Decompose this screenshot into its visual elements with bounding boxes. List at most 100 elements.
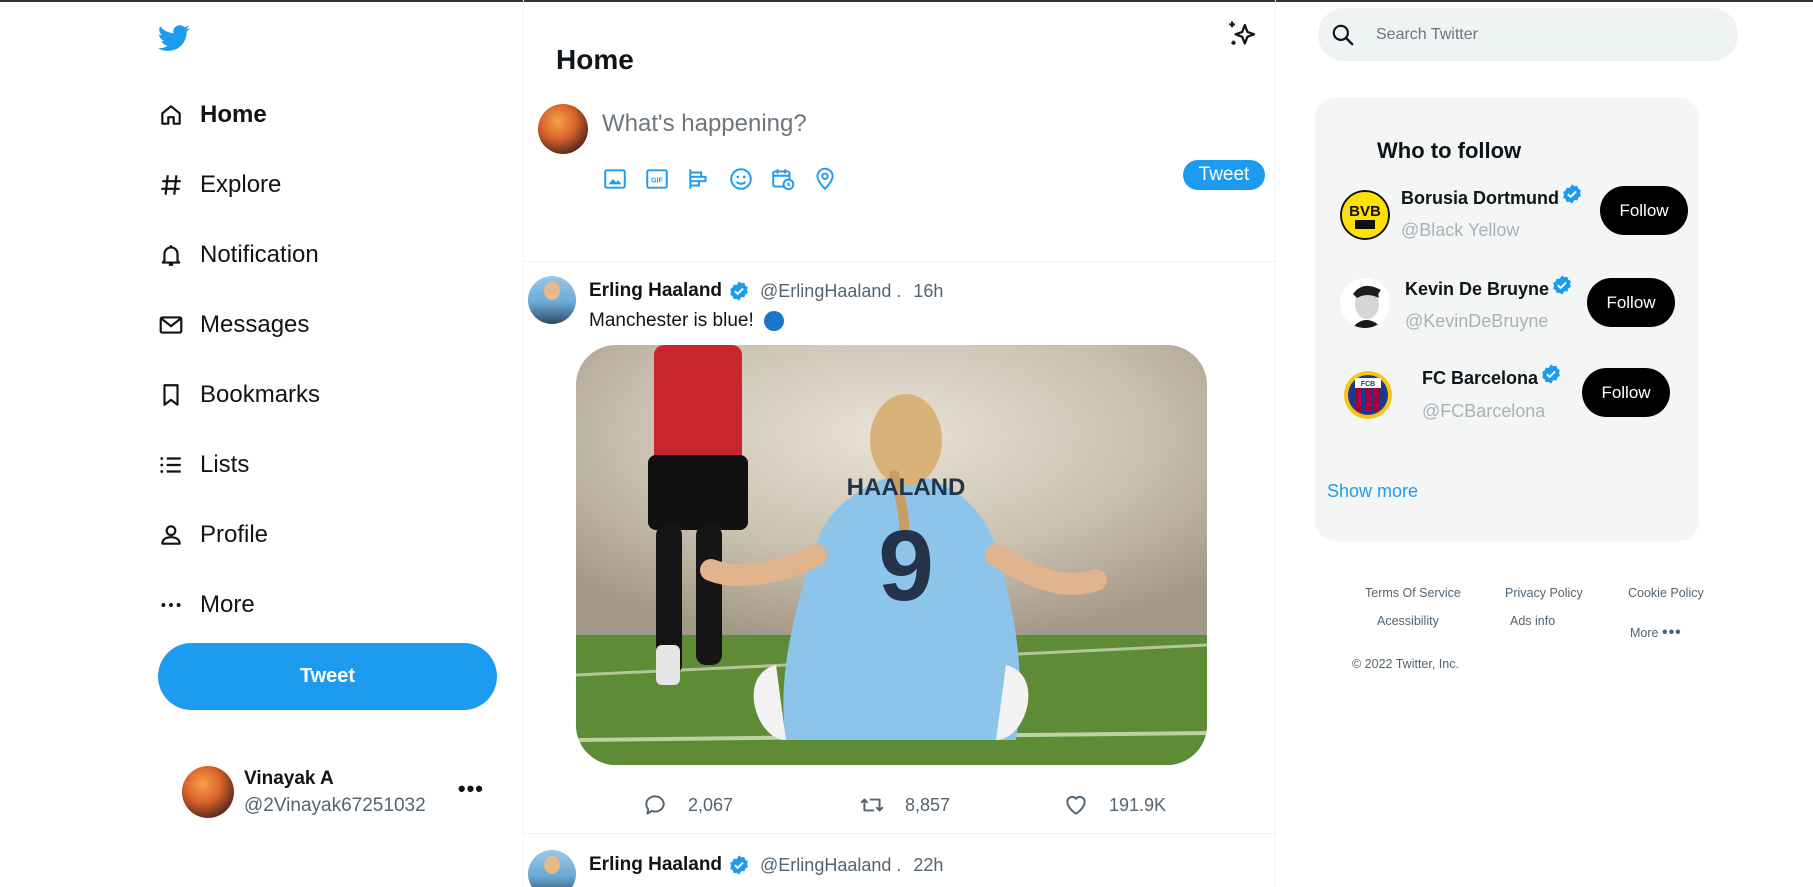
follow-button[interactable]: Follow [1582,368,1670,417]
footer-more-label: More [1630,626,1659,640]
media-icon[interactable] [602,166,630,194]
suggestion-avatar [1340,278,1390,328]
jersey-number-label: 9 [878,510,934,622]
suggestion-name: FC Barcelona [1422,363,1562,389]
like-count: 191.9K [1109,794,1167,815]
bvb-logo-text: BVB [1349,203,1381,220]
twitter-logo-icon[interactable] [156,22,192,54]
account-more-icon[interactable]: ••• [458,776,484,802]
fcb-logo: FCB [1343,370,1393,420]
suggestion-handle: @Black Yellow [1401,220,1520,240]
like-button[interactable]: 191.9K [1063,792,1166,818]
retweet-icon [860,798,884,812]
person-icon [161,525,181,545]
tweet-button[interactable]: Tweet [158,643,497,710]
tweet-author-name[interactable]: Erling Haaland [589,280,722,302]
reply-button[interactable]: 2,067 [642,792,733,818]
compose-box: GIF Tweet [524,100,1277,262]
tweet-text: Manchester is blue! [589,310,784,332]
nav-messages[interactable]: Messages [158,290,478,360]
nav-notification-label: Notification [200,241,319,268]
suggestion-name-text[interactable]: FC Barcelona [1422,368,1538,389]
compose-tweet-button[interactable]: Tweet [1183,160,1265,190]
account-info: Vinayak A @2Vinayak67251032 [244,768,426,817]
verified-badge-icon [1542,363,1560,384]
main-navigation: Home Explore Notification Messages Bookm… [158,80,478,640]
home-icon [161,105,181,125]
follow-button[interactable]: Follow [1587,278,1675,327]
nav-bookmarks-label: Bookmarks [200,381,321,408]
nav-explore-label: Explore [200,171,282,198]
footer-more-link[interactable]: More ••• [1630,624,1682,642]
ads-info-link[interactable]: Ads info [1510,614,1555,628]
follow-suggestion[interactable]: BVB Borusia Dortmund @Black Yellow Follo… [1315,183,1699,270]
tweet-actions: 2,067 8,857 191.9K [524,792,1277,828]
hashtag-icon [161,175,181,195]
verified-badge-icon [1553,274,1571,295]
follow-button[interactable]: Follow [1600,186,1688,235]
tweet-image-illustration: HAALAND 9 [576,345,1207,765]
account-avatar [182,766,234,818]
terms-link[interactable]: Terms Of Service [1365,586,1461,600]
verified-badge-icon [730,855,748,875]
jersey-name-label: HAALAND [847,474,966,501]
tweet-card[interactable]: Erling Haaland @ErlingHaaland . 16h Manc… [524,272,1277,834]
follow-suggestion[interactable]: Kevin De Bruyne @KevinDeBruyne Follow [1315,274,1699,360]
tweet-timestamp[interactable]: 16h [913,281,943,302]
nav-messages-label: Messages [200,311,310,338]
nav-bookmarks[interactable]: Bookmarks [158,360,478,430]
nav-notification[interactable]: Notification [158,220,478,290]
tweet-header: Erling Haaland @ErlingHaaland . 16h [589,280,943,302]
schedule-icon[interactable] [770,166,798,194]
location-icon[interactable] [812,166,840,194]
blue-circle-emoji [763,311,784,331]
gif-icon[interactable]: GIF [644,166,672,194]
tweet-image[interactable]: HAALAND 9 [576,345,1207,765]
suggestion-handle: @FCBarcelona [1422,401,1546,421]
footer-more-dots-icon: ••• [1661,624,1682,641]
account-switcher[interactable]: Vinayak A @2Vinayak67251032 ••• [182,762,502,822]
nav-more[interactable]: More [158,570,478,640]
compose-input[interactable] [602,110,1142,138]
retweet-button[interactable]: 8,857 [859,792,950,818]
main-feed: Home GIF Tweet Erling Haaland @ErlingHaa… [523,0,1277,887]
tweet-timestamp[interactable]: 22h [913,855,943,876]
suggestion-name-text[interactable]: Kevin De Bruyne [1405,279,1549,300]
search-bar[interactable] [1318,8,1738,61]
privacy-link[interactable]: Privacy Policy [1505,586,1583,600]
emoji-icon[interactable] [728,166,756,194]
tweet-author-handle[interactable]: @ErlingHaaland . [760,281,901,302]
tweet-author-handle[interactable]: @ErlingHaaland . [760,855,901,876]
nav-profile[interactable]: Profile [158,500,478,570]
follow-suggestion[interactable]: FCB FC Barcelona @FCBarcelona Follow [1315,363,1699,448]
accessibility-link[interactable]: Acessibility [1377,614,1439,628]
cookie-link[interactable]: Cookie Policy [1628,586,1704,600]
show-more-link[interactable]: Show more [1327,481,1418,502]
search-input[interactable] [1376,25,1716,44]
who-to-follow-title: Who to follow [1377,138,1522,163]
suggestion-name: Kevin De Bruyne [1405,274,1573,300]
poll-icon[interactable] [686,166,714,194]
bookmark-icon [163,384,179,406]
tweet-author-avatar[interactable] [528,276,576,324]
nav-home[interactable]: Home [158,80,478,150]
sparkle-icon[interactable] [1225,18,1259,52]
svg-text:GIF: GIF [651,177,663,184]
nav-explore[interactable]: Explore [158,150,478,220]
copyright-text: © 2022 Twitter, Inc. [1352,657,1459,671]
nav-lists[interactable]: Lists [158,430,478,500]
page-title: Home [556,44,634,75]
list-icon [160,457,181,473]
compose-toolbar: GIF [602,166,840,194]
nav-more-label: More [200,591,255,618]
account-handle: @2Vinayak67251032 [244,794,426,816]
tweet-card[interactable]: Erling Haaland @ErlingHaaland . 22h [524,846,1277,887]
more-icon [161,603,181,607]
suggestion-name-text[interactable]: Borusia Dortmund [1401,188,1559,209]
suggestion-name: Borusia Dortmund [1401,183,1583,209]
tweet-author-avatar[interactable] [528,850,576,887]
tweet-author-name[interactable]: Erling Haaland [589,854,722,876]
bell-icon [161,245,181,266]
search-icon [1332,24,1354,45]
fcb-logo-text: FCB [1361,381,1375,388]
